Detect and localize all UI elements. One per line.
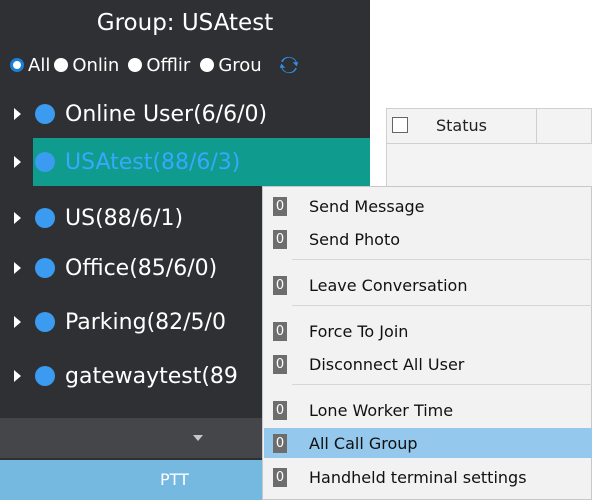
menu-badge: 0 [273,229,287,249]
member-table-header [386,108,592,144]
menu-badge: 0 [273,275,287,295]
refresh-icon[interactable] [278,54,300,76]
menu-item-force-to-join[interactable]: 0 Force To Join [264,316,592,346]
group-label: Office(85/6/0) [65,255,218,281]
menu-item-label: Send Photo [309,229,401,249]
menu-badge: 0 [273,467,287,487]
menu-badge: 0 [273,400,287,420]
menu-item-label: Send Message [309,196,425,216]
menu-item-label: All Call Group [309,433,418,453]
status-dot-icon [35,312,55,332]
menu-item-label: Force To Join [309,321,409,341]
status-dot-icon [35,366,55,386]
filter-label: Onlin [72,54,120,76]
expand-arrow-icon[interactable] [14,212,21,224]
group-row-usatest[interactable]: USAtest(88/6/3) [0,138,370,186]
group-label: gatewaytest(89 [65,363,238,389]
column-divider [536,108,537,144]
group-title: Group: USAtest [96,10,274,36]
menu-item-label: Lone Worker Time [309,400,454,420]
filter-online[interactable]: Onlin [54,55,124,76]
expand-arrow-icon[interactable] [14,156,21,168]
radio-icon[interactable] [200,58,215,72]
filter-all[interactable]: All [10,55,50,76]
ptt-label: PTT [160,470,189,489]
menu-separator [292,259,592,260]
select-all-checkbox[interactable] [392,117,408,133]
menu-separator [292,384,592,385]
group-label: Parking(82/5/0 [65,309,226,335]
status-dot-icon [35,152,55,172]
radio-icon[interactable] [54,58,69,72]
expand-arrow-icon[interactable] [14,316,21,328]
filter-label: Grou [218,54,262,76]
menu-badge: 0 [273,354,287,374]
group-row-online-user[interactable]: Online User(6/6/0) [0,90,370,138]
status-column-header[interactable]: Status [436,116,487,135]
menu-item-label: Leave Conversation [309,275,468,295]
menu-badge: 0 [273,196,287,216]
group-label: Online User(6/6/0) [65,101,268,127]
status-dot-icon [35,104,55,124]
menu-item-send-message[interactable]: 0 Send Message [264,191,592,221]
status-dot-icon [35,258,55,278]
menu-badge: 0 [273,321,287,341]
status-dot-icon [35,208,55,228]
menu-item-send-photo[interactable]: 0 Send Photo [264,224,592,254]
menu-item-label: Disconnect All User [309,354,465,374]
filter-radio-group: All Onlin Offlir Grou [10,52,300,78]
group-label: USAtest(88/6/3) [65,149,241,175]
chevron-down-icon[interactable] [193,435,203,441]
filter-offline[interactable]: Offlir [128,55,196,76]
menu-item-handheld-terminal-settings[interactable]: 0 Handheld terminal settings [264,462,592,492]
filter-label: All [28,54,51,76]
menu-item-disconnect-all-user[interactable]: 0 Disconnect All User [264,349,592,379]
filter-label: Offlir [146,54,191,76]
group-label: US(88/6/1) [65,205,184,231]
menu-item-lone-worker-time[interactable]: 0 Lone Worker Time [264,395,592,425]
menu-badge: 0 [273,433,287,453]
menu-item-label: Handheld terminal settings [309,467,527,487]
menu-separator [292,305,592,306]
menu-item-all-call-group[interactable]: 0 All Call Group [264,428,592,458]
menu-item-leave-conversation[interactable]: 0 Leave Conversation [264,270,592,300]
expand-arrow-icon[interactable] [14,108,21,120]
filter-group[interactable]: Grou [200,55,268,76]
radio-selected-icon[interactable] [10,58,24,72]
radio-icon[interactable] [128,58,143,72]
expand-arrow-icon[interactable] [14,370,21,382]
expand-arrow-icon[interactable] [14,262,21,274]
